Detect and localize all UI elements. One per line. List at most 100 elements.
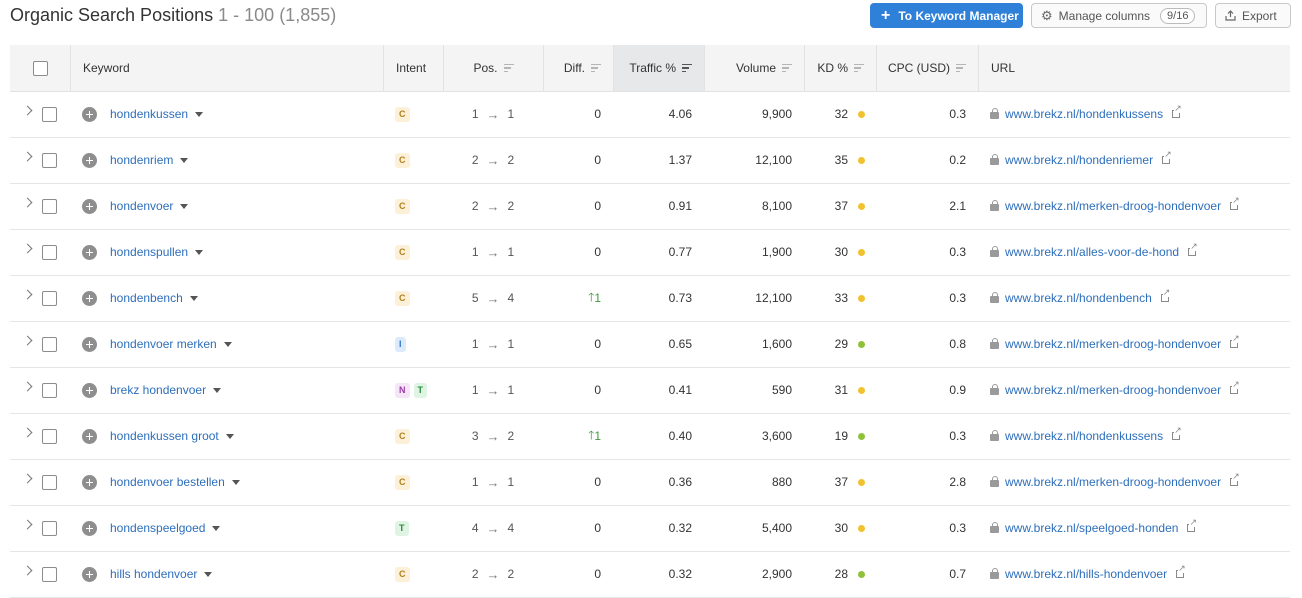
row-checkbox[interactable] [42, 428, 57, 444]
row-checkbox[interactable] [42, 152, 57, 168]
expand-chevron-icon[interactable] [22, 289, 33, 300]
row-checkbox[interactable] [42, 244, 57, 260]
kd-dot-icon [858, 386, 865, 394]
col-diff[interactable]: Diff. [543, 45, 613, 91]
url-link[interactable]: www.brekz.nl/hills-hondenvoer [1005, 567, 1167, 581]
row-checkbox[interactable] [42, 198, 57, 214]
row-checkbox[interactable] [42, 290, 57, 306]
keyword-link[interactable]: hondenkussen groot [110, 429, 219, 443]
expand-chevron-icon[interactable] [22, 243, 33, 254]
add-keyword-icon[interactable] [82, 198, 97, 214]
keyword-link[interactable]: hondenspullen [110, 245, 188, 259]
url-link[interactable]: www.brekz.nl/hondenbench [1005, 291, 1152, 305]
url-link[interactable]: www.brekz.nl/merken-droog-hondenvoer [1005, 199, 1221, 213]
url-link[interactable]: www.brekz.nl/merken-droog-hondenvoer [1005, 383, 1221, 397]
caret-down-icon[interactable] [195, 249, 204, 255]
external-link-icon[interactable] [1172, 104, 1182, 118]
keyword-link[interactable]: hills hondenvoer [110, 567, 197, 581]
keyword-link[interactable]: hondenbench [110, 291, 183, 305]
col-url[interactable]: URL [978, 45, 1290, 91]
caret-down-icon[interactable] [212, 525, 221, 531]
diff-cell: 0 [543, 552, 601, 596]
add-keyword-icon[interactable] [82, 290, 97, 306]
row-checkbox[interactable] [42, 566, 57, 582]
add-keyword-icon[interactable] [82, 428, 97, 444]
col-kd[interactable]: KD % [804, 45, 876, 91]
url-link[interactable]: www.brekz.nl/hondenkussens [1005, 429, 1163, 443]
url-link[interactable]: www.brekz.nl/speelgoed-honden [1005, 521, 1178, 535]
kd-dot-icon [858, 156, 865, 164]
row-checkbox-cell [42, 368, 58, 412]
caret-down-icon[interactable] [204, 571, 213, 577]
url-link[interactable]: www.brekz.nl/alles-voor-de-hond [1005, 245, 1179, 259]
external-link-icon[interactable] [1176, 564, 1186, 578]
col-intent[interactable]: Intent [383, 45, 443, 91]
expand-chevron-icon[interactable] [22, 473, 33, 484]
row-checkbox[interactable] [42, 520, 57, 536]
keyword-link[interactable]: hondenvoer bestellen [110, 475, 225, 489]
caret-down-icon[interactable] [213, 387, 222, 393]
url-link[interactable]: www.brekz.nl/hondenriemer [1005, 153, 1153, 167]
url-link[interactable]: www.brekz.nl/merken-droog-hondenvoer [1005, 337, 1221, 351]
external-link-icon[interactable] [1230, 380, 1240, 394]
external-link-icon[interactable] [1188, 242, 1198, 256]
add-keyword-icon[interactable] [82, 106, 97, 122]
keyword-link[interactable]: brekz hondenvoer [110, 383, 206, 397]
external-link-icon[interactable] [1160, 288, 1171, 302]
url-link[interactable]: www.brekz.nl/merken-droog-hondenvoer [1005, 475, 1221, 489]
keyword-link[interactable]: hondenvoer [110, 199, 173, 213]
volume-value: 1,600 [761, 337, 792, 351]
arrow-right-icon: → [486, 566, 500, 582]
external-link-icon[interactable] [1230, 196, 1240, 210]
col-pos[interactable]: Pos. [443, 45, 543, 91]
col-volume[interactable]: Volume [704, 45, 804, 91]
external-link-icon[interactable] [1162, 150, 1172, 164]
keyword-link[interactable]: hondenspeelgoed [110, 521, 205, 535]
caret-down-icon[interactable] [223, 341, 232, 347]
external-link-icon[interactable] [1230, 334, 1240, 348]
external-link-icon[interactable] [1172, 426, 1182, 440]
expand-chevron-icon[interactable] [22, 565, 33, 576]
caret-down-icon[interactable] [195, 111, 204, 117]
col-traffic[interactable]: Traffic % [613, 45, 704, 91]
kd-cell: 33 [804, 276, 865, 320]
expand-chevron-icon[interactable] [22, 105, 33, 116]
caret-down-icon[interactable] [180, 157, 189, 163]
expand-chevron-icon[interactable] [22, 427, 33, 438]
to-keyword-manager-button[interactable]: + To Keyword Manager [870, 3, 1023, 28]
row-checkbox[interactable] [42, 382, 57, 398]
keyword-link[interactable]: hondenkussen [110, 107, 188, 121]
add-keyword-icon[interactable] [82, 336, 97, 352]
caret-down-icon[interactable] [189, 295, 198, 301]
caret-down-icon[interactable] [225, 433, 234, 439]
col-keyword[interactable]: Keyword [70, 45, 383, 91]
keyword-link[interactable]: hondenriem [110, 153, 173, 167]
add-keyword-icon[interactable] [82, 520, 97, 536]
add-keyword-icon[interactable] [82, 474, 97, 490]
add-keyword-icon[interactable] [82, 244, 97, 260]
row-checkbox[interactable] [42, 474, 57, 490]
traffic-cell: 0.91 [613, 184, 692, 228]
external-link-icon[interactable] [1230, 472, 1240, 486]
traffic-cell: 0.73 [613, 276, 692, 320]
keyword-link[interactable]: hondenvoer merken [110, 337, 217, 351]
url-link[interactable]: www.brekz.nl/hondenkussens [1005, 107, 1163, 121]
caret-down-icon[interactable] [231, 479, 240, 485]
expand-chevron-icon[interactable] [22, 519, 33, 530]
add-keyword-icon[interactable] [82, 152, 97, 168]
expand-chevron-icon[interactable] [22, 197, 33, 208]
col-cpc[interactable]: CPC (USD) [876, 45, 978, 91]
expand-chevron-icon[interactable] [22, 151, 33, 162]
select-all-checkbox[interactable] [32, 60, 48, 76]
export-button[interactable]: Export [1215, 3, 1291, 28]
manage-columns-button[interactable]: ⚙ Manage columns 9/16 [1031, 3, 1207, 28]
expand-chevron-icon[interactable] [22, 381, 33, 392]
add-keyword-icon[interactable] [82, 566, 97, 582]
row-checkbox[interactable] [42, 106, 57, 122]
add-keyword-icon[interactable] [82, 382, 97, 398]
row-checkbox[interactable] [42, 336, 57, 352]
kd-cell: 29 [804, 322, 865, 366]
external-link-icon[interactable] [1187, 518, 1198, 532]
expand-chevron-icon[interactable] [22, 335, 33, 346]
caret-down-icon[interactable] [180, 203, 189, 209]
